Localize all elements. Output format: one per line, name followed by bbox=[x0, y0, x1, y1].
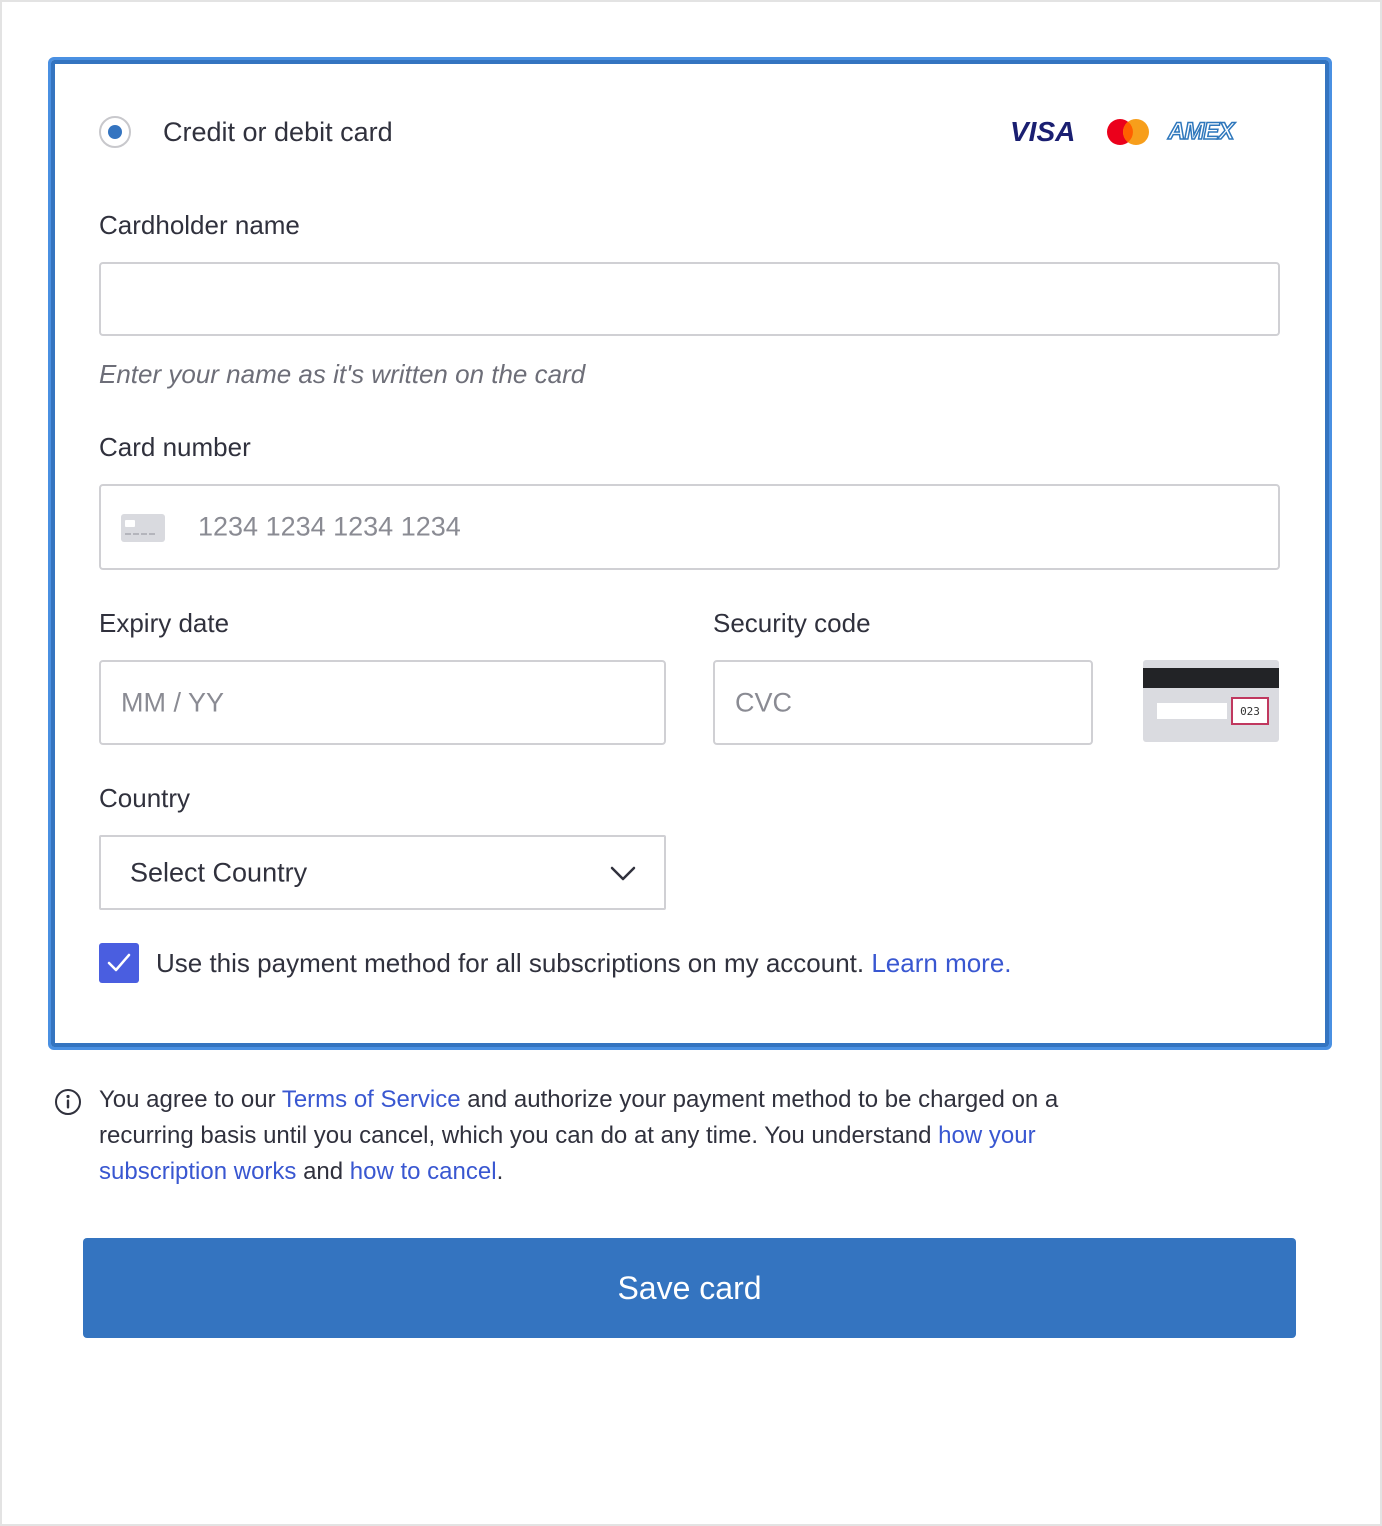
legal-text-part1: You agree to our bbox=[99, 1086, 282, 1113]
credit-card-icon bbox=[121, 514, 165, 542]
country-selected-value: Select Country bbox=[130, 857, 308, 887]
expiry-date-placeholder: MM / YY bbox=[121, 687, 225, 717]
legal-agreement-text: You agree to our Terms of Service and au… bbox=[99, 1082, 1089, 1190]
cardholder-name-label: Cardholder name bbox=[99, 210, 300, 240]
legal-text-part3: and bbox=[296, 1158, 350, 1185]
security-code-label: Security code bbox=[713, 608, 871, 638]
amex-logo: AMEX bbox=[1167, 117, 1235, 146]
legal-text-part4: . bbox=[496, 1158, 504, 1185]
country-label: Country bbox=[99, 783, 191, 813]
cvc-card-back-illustration: 023 bbox=[1143, 660, 1279, 742]
cvc-illustration-code: 023 bbox=[1240, 705, 1260, 718]
expiry-date-input[interactable]: MM / YY bbox=[99, 660, 666, 745]
payment-method-label: Credit or debit card bbox=[163, 117, 393, 147]
mastercard-logo bbox=[1106, 112, 1150, 152]
subscription-checkbox-text: Use this payment method for all subscrip… bbox=[156, 948, 865, 978]
visa-logo: VISA bbox=[1010, 116, 1076, 147]
how-to-cancel-link[interactable]: how to cancel bbox=[350, 1158, 497, 1185]
learn-more-link[interactable]: Learn more. bbox=[871, 948, 1011, 978]
cardholder-name-input[interactable] bbox=[99, 262, 1280, 336]
expiry-date-label: Expiry date bbox=[99, 608, 230, 638]
terms-of-service-link[interactable]: Terms of Service bbox=[282, 1086, 461, 1113]
save-card-button[interactable]: Save card bbox=[83, 1238, 1296, 1338]
chevron-down-icon bbox=[610, 866, 636, 881]
credit-card-radio[interactable] bbox=[99, 116, 131, 148]
card-number-label: Card number bbox=[99, 432, 251, 462]
checkmark-icon bbox=[107, 953, 131, 972]
cardholder-name-hint: Enter your name as it's written on the c… bbox=[99, 359, 586, 389]
security-code-placeholder: CVC bbox=[735, 687, 793, 717]
radio-selected-dot bbox=[108, 125, 122, 139]
subscription-checkbox-label: Use this payment method for all subscrip… bbox=[156, 947, 1012, 979]
card-number-input[interactable]: 1234 1234 1234 1234 bbox=[99, 484, 1280, 570]
security-code-input[interactable]: CVC bbox=[713, 660, 1093, 745]
country-select[interactable]: Select Country bbox=[99, 835, 666, 910]
info-icon bbox=[55, 1089, 81, 1115]
card-number-placeholder: 1234 1234 1234 1234 bbox=[198, 511, 461, 542]
use-for-all-subscriptions-checkbox[interactable] bbox=[99, 943, 139, 983]
